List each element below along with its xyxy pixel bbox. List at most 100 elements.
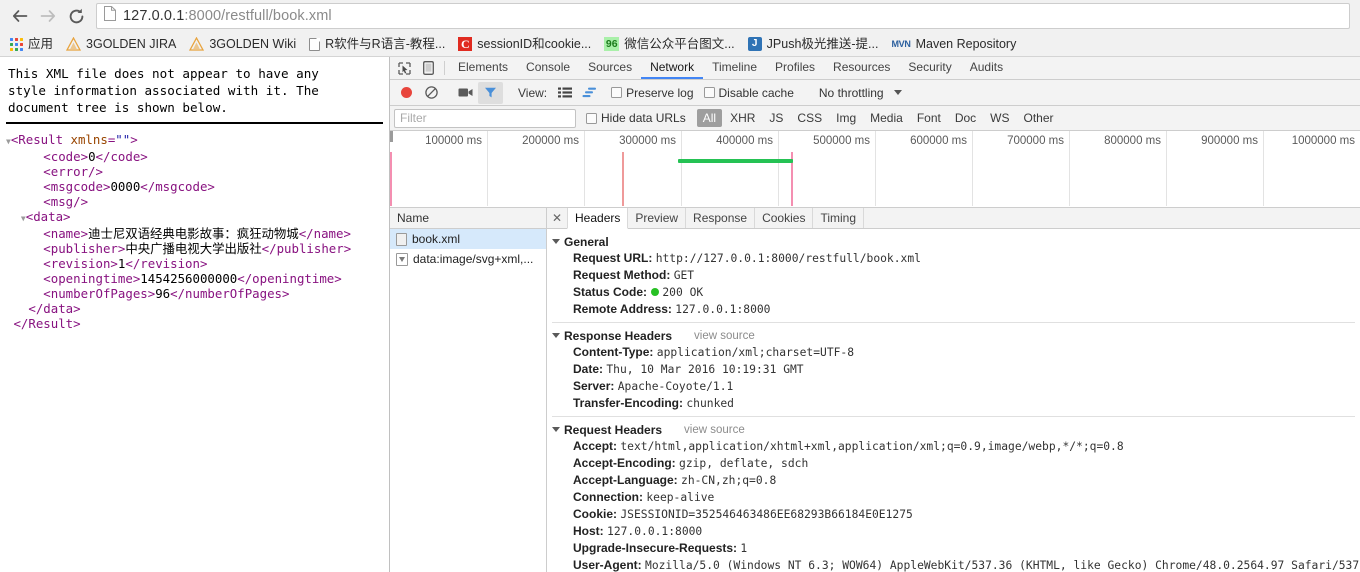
header-row: Transfer-Encoding: chunked bbox=[547, 395, 1360, 412]
type-filter-css[interactable]: CSS bbox=[791, 109, 828, 127]
tab-profiles[interactable]: Profiles bbox=[766, 57, 824, 79]
close-icon[interactable]: ✕ bbox=[547, 208, 567, 228]
view-source-link[interactable]: view source bbox=[694, 330, 755, 342]
tab-sources[interactable]: Sources bbox=[579, 57, 641, 79]
disable-cache-checkbox[interactable]: Disable cache bbox=[703, 86, 794, 100]
toolbar-divider bbox=[444, 61, 445, 75]
header-key: Accept-Language: bbox=[573, 473, 678, 487]
view-list-icon[interactable] bbox=[552, 82, 577, 104]
forward-arrow-icon[interactable] bbox=[34, 2, 62, 30]
filter-input[interactable] bbox=[394, 108, 576, 128]
overview-gridline bbox=[972, 131, 973, 206]
overview-gridline bbox=[584, 131, 585, 206]
overview-tick-label: 200000 ms bbox=[522, 135, 579, 147]
tab-console[interactable]: Console bbox=[517, 57, 579, 79]
type-filter-font[interactable]: Font bbox=[911, 109, 947, 127]
overview-left-handle[interactable] bbox=[390, 131, 393, 142]
overview-gridline bbox=[487, 131, 488, 206]
request-row[interactable]: data:image/svg+xml,... bbox=[390, 249, 546, 269]
preserve-log-checkbox[interactable]: Preserve log bbox=[611, 86, 694, 100]
view-source-link[interactable]: view source bbox=[684, 424, 745, 436]
request-row[interactable]: book.xml bbox=[390, 229, 546, 249]
type-filter-media[interactable]: Media bbox=[864, 109, 909, 127]
tab-elements[interactable]: Elements bbox=[449, 57, 517, 79]
xml-node: <numberOfPages>96</numberOfPages> bbox=[6, 286, 290, 301]
header-value: 127.0.0.1:8000 bbox=[675, 303, 771, 316]
tab-label: Timeline bbox=[712, 60, 758, 74]
request-rows: book.xml data:image/svg+xml,... bbox=[390, 229, 546, 269]
xml-node: <name>迪士尼双语经典电影故事：疯狂动物城</name> bbox=[6, 226, 351, 241]
overview-gridline bbox=[778, 131, 779, 206]
inspect-element-icon[interactable] bbox=[392, 57, 416, 79]
filter-funnel-icon[interactable] bbox=[478, 81, 503, 104]
collapse-triangle-icon[interactable]: ▼ bbox=[21, 214, 26, 223]
expand-triangle-icon bbox=[552, 427, 560, 432]
type-filter-other[interactable]: Other bbox=[1018, 109, 1060, 127]
overview-gridline bbox=[681, 131, 682, 206]
tab-resources[interactable]: Resources bbox=[824, 57, 899, 79]
type-filter-img[interactable]: Img bbox=[830, 109, 862, 127]
confluence-icon bbox=[189, 37, 205, 51]
detail-tab-response[interactable]: Response bbox=[686, 208, 756, 228]
capture-screenshots-icon[interactable] bbox=[453, 82, 478, 104]
section-header[interactable]: General bbox=[547, 233, 1360, 250]
throttling-dropdown[interactable]: No throttling bbox=[813, 86, 902, 100]
type-filter-xhr[interactable]: XHR bbox=[724, 109, 761, 127]
view-waterfall-icon[interactable] bbox=[577, 82, 602, 104]
bookmark-apps[interactable]: 应用 bbox=[4, 34, 59, 55]
type-filter-all[interactable]: All bbox=[696, 109, 723, 127]
bookmarks-bar: 应用 3GOLDEN JIRA 3GOLDEN Wiki R软件与R语言-教程.… bbox=[0, 32, 1360, 57]
tab-security[interactable]: Security bbox=[899, 57, 960, 79]
section-divider bbox=[552, 322, 1355, 323]
header-key: Cookie: bbox=[573, 507, 618, 521]
xml-node[interactable]: ▼<Result xmlns=""> bbox=[6, 132, 383, 149]
tab-timeline[interactable]: Timeline bbox=[703, 57, 766, 79]
document-icon bbox=[309, 37, 321, 51]
bookmark-3golden-jira[interactable]: 3GOLDEN JIRA bbox=[60, 34, 182, 55]
collapse-triangle-icon[interactable]: ▼ bbox=[6, 137, 11, 146]
tab-network[interactable]: Network bbox=[641, 57, 704, 79]
header-row: Request Method: GET bbox=[547, 267, 1360, 284]
jira-icon bbox=[66, 37, 82, 51]
network-overview-timeline[interactable]: 100000 ms 200000 ms 300000 ms 400000 ms 5000… bbox=[390, 131, 1360, 208]
bookmark-jpush[interactable]: J JPush极光推送-提... bbox=[742, 34, 885, 55]
type-filter-ws[interactable]: WS bbox=[984, 109, 1015, 127]
clear-icon[interactable] bbox=[419, 82, 444, 104]
back-arrow-icon[interactable] bbox=[6, 2, 34, 30]
header-row: Server: Apache-Coyote/1.1 bbox=[547, 378, 1360, 395]
detail-tab-timing[interactable]: Timing bbox=[813, 208, 865, 228]
bookmark-sessionid-cookie[interactable]: C sessionID和cookie... bbox=[452, 34, 597, 55]
bookmark-r-tutorial[interactable]: R软件与R语言-教程... bbox=[303, 34, 451, 55]
type-filter-doc[interactable]: Doc bbox=[949, 109, 982, 127]
header-key: Request URL: bbox=[573, 251, 653, 265]
xml-node[interactable]: ▼<data> bbox=[6, 209, 383, 226]
bookmark-weixin-platform[interactable]: 96 微信公众平台图文... bbox=[598, 34, 740, 55]
detail-tab-preview[interactable]: Preview bbox=[628, 208, 687, 228]
bookmark-maven-repository[interactable]: MVN Maven Repository bbox=[885, 34, 1022, 55]
hide-data-urls-checkbox[interactable]: Hide data URLs bbox=[586, 111, 686, 125]
overview-request-bar bbox=[678, 159, 793, 163]
record-button-icon[interactable] bbox=[394, 82, 419, 104]
detail-tab-list: Headers Preview Response Cookies Timing bbox=[567, 208, 865, 229]
detail-tab-headers[interactable]: Headers bbox=[567, 208, 629, 229]
address-bar-text: 127.0.0.1:8000/restfull/book.xml bbox=[123, 8, 332, 24]
bookmark-label: 应用 bbox=[28, 36, 54, 51]
device-toolbar-icon[interactable] bbox=[416, 57, 440, 79]
reload-icon[interactable] bbox=[62, 2, 90, 30]
xml-node: <error/> bbox=[6, 164, 103, 179]
section-header[interactable]: Response Headers view source bbox=[547, 327, 1360, 344]
overview-tick-label: 500000 ms bbox=[813, 135, 870, 147]
address-bar[interactable]: 127.0.0.1:8000/restfull/book.xml bbox=[96, 3, 1350, 29]
request-name: book.xml bbox=[412, 232, 461, 246]
tab-audits[interactable]: Audits bbox=[961, 57, 1012, 79]
xml-node: <msgcode>0000</msgcode> bbox=[6, 179, 215, 194]
bookmark-3golden-wiki[interactable]: 3GOLDEN Wiki bbox=[183, 34, 302, 55]
expand-triangle-icon bbox=[552, 239, 560, 244]
page-document-icon bbox=[104, 6, 116, 26]
xml-document-tree: ▼<Result xmlns=""> <code>0</code> <error… bbox=[6, 132, 383, 331]
overview-gridline bbox=[875, 131, 876, 206]
section-header[interactable]: Request Headers view source bbox=[547, 421, 1360, 438]
overview-tick-label: 700000 ms bbox=[1007, 135, 1064, 147]
detail-tab-cookies[interactable]: Cookies bbox=[755, 208, 814, 228]
type-filter-js[interactable]: JS bbox=[763, 109, 789, 127]
